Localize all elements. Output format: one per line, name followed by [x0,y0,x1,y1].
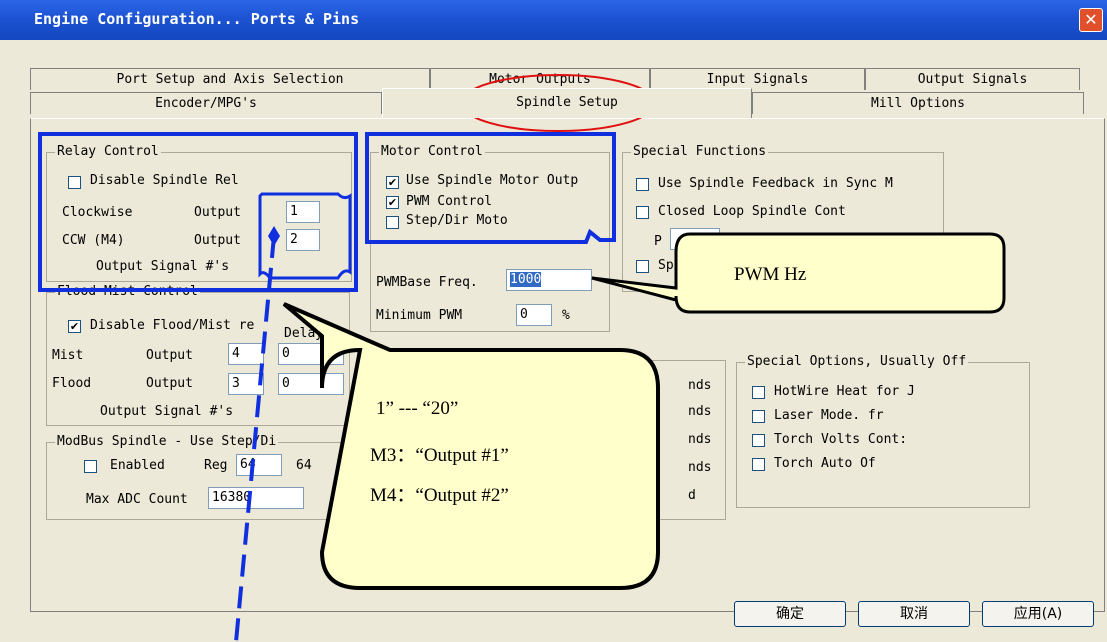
tab-spindle-setup[interactable]: Spindle Setup [382,88,752,118]
motor-legend: Motor Control [379,144,485,159]
flood-output-field[interactable]: 3 [228,373,264,395]
note-line-1: 1” --- “20” [376,398,459,419]
note-line-2: M3：“Output #1” [370,445,509,466]
modbus-reg-value2: 64 [296,458,312,473]
clockwise-label: Clockwise [62,205,133,220]
mist-delay-field[interactable]: 0 [278,343,344,365]
special-options-legend: Special Options, Usually Off [745,354,969,369]
min-pwm-unit: % [562,308,570,323]
close-icon[interactable]: ✕ [1079,8,1103,32]
special-option-label: Laser Mode. fr [774,408,884,423]
partial-item: nds [688,378,712,393]
pwm-freq-field[interactable]: 1000 [506,269,592,291]
mist-label: Mist [52,348,84,363]
sp-label: Sp [658,258,674,273]
cw-output-label: Output [194,205,241,220]
spindle-feedback-label: Use Spindle Feedback in Sync M [658,176,893,191]
tab-encoder-mpg[interactable]: Encoder/MPG's [30,92,382,114]
flood-delay-field[interactable]: 0 [278,373,344,395]
modbus-legend: ModBus Spindle - Use Step/Di [55,434,279,449]
spindle-feedback-checkbox[interactable] [636,178,649,191]
pwm-freq-value: 1000 [510,272,542,287]
closed-loop-checkbox[interactable] [636,206,649,219]
note-line-3: M4：“Output #2” [370,485,509,506]
pwm-control-label: PWM Control [406,194,493,209]
modbus-reg-field[interactable]: 64 [236,454,282,476]
tab-input-signals[interactable]: Input Signals [650,68,865,90]
disable-flood-checkbox[interactable]: ✔ [68,320,81,333]
partial-item: nds [688,460,712,475]
hidden-group [640,360,726,520]
special-option-label: Torch Volts Cont: [774,432,908,447]
tab-port-setup[interactable]: Port Setup and Axis Selection [30,68,430,90]
modbus-group: ModBus Spindle - Use Step/Di [46,434,350,520]
use-spindle-motor-checkbox[interactable]: ✔ [386,176,399,189]
ccw-label: CCW (M4) [62,233,125,248]
disable-spindle-relay-checkbox[interactable] [68,176,81,189]
modbus-enabled-label: Enabled [110,458,165,473]
flood-label: Flood [52,376,92,391]
closed-loop-label: Closed Loop Spindle Cont [658,204,846,219]
tab-output-signals[interactable]: Output Signals [865,68,1080,90]
flood-legend: Flood Mist Control [55,284,200,299]
window-title: Engine Configuration... Ports & Pins [34,10,360,28]
tab-motor-outputs[interactable]: Motor Outputs [430,68,650,90]
max-adc-field[interactable]: 16380 [208,487,304,509]
relay-legend: Relay Control [55,144,161,159]
special-option-checkbox[interactable] [752,434,765,447]
flood-output-label: Output [146,376,193,391]
partial-item: nds [688,404,712,419]
min-pwm-label: Minimum PWM [376,308,463,323]
step-dir-label: Step/Dir Moto [406,213,508,228]
p-field[interactable] [670,228,720,250]
flood-signal-label: Output Signal #'s [100,404,234,419]
special-option-checkbox[interactable] [752,410,765,423]
pwm-freq-label: PWMBase Freq. [376,275,478,290]
disable-spindle-relay-label: Disable Spindle Rel [90,173,239,188]
delay-label: Delay [284,326,324,341]
relay-signal-label: Output Signal #'s [96,259,230,274]
cw-output-field[interactable]: 1 [286,201,320,223]
ccw-output-field[interactable]: 2 [286,229,320,251]
min-pwm-field[interactable]: 0 [516,304,552,326]
mist-output-field[interactable]: 4 [228,343,264,365]
modbus-enabled-checkbox[interactable] [84,460,97,473]
disable-flood-label: Disable Flood/Mist re [90,318,255,333]
ccw-output-label: Output [194,233,241,248]
apply-button[interactable]: 应用(A) [982,601,1094,627]
config-window: Engine Configuration... Ports & Pins ✕ P… [0,0,1107,642]
special-option-checkbox[interactable] [752,386,765,399]
step-dir-checkbox[interactable] [386,216,399,229]
pwm-callout-text: PWM Hz [734,264,807,285]
cancel-button[interactable]: 取消 [858,601,970,627]
sp-checkbox[interactable] [636,260,649,273]
title-bar[interactable]: Engine Configuration... Ports & Pins ✕ [0,0,1107,40]
special-option-label: HotWire Heat for J [774,384,915,399]
mist-output-label: Output [146,348,193,363]
special-option-label: Torch Auto Of [774,456,876,471]
special-option-checkbox[interactable] [752,458,765,471]
max-adc-label: Max ADC Count [86,492,188,507]
partial-item: nds [688,432,712,447]
partial-item: d [688,488,696,503]
pwm-control-checkbox[interactable]: ✔ [386,196,399,209]
ok-button[interactable]: 确定 [734,601,846,627]
p-label: P [654,234,662,249]
use-spindle-motor-label: Use Spindle Motor Outp [406,173,579,188]
modbus-reg-label: Reg [204,458,228,473]
tab-mill-options[interactable]: Mill Options [752,92,1084,114]
special-legend: Special Functions [631,144,769,159]
